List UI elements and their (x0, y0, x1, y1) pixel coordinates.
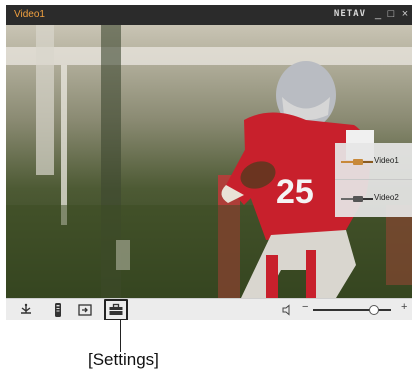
video-cable-icon (341, 159, 373, 165)
input-switch-icon[interactable] (77, 302, 93, 318)
volume-slider-thumb[interactable] (369, 305, 380, 315)
speaker-icon[interactable] (282, 304, 294, 316)
maximize-button[interactable]: □ (385, 7, 397, 21)
source-item-video2[interactable]: Video2 (335, 180, 412, 216)
video-cable-icon (341, 196, 373, 202)
window-title: Video1 (14, 9, 45, 20)
settings-toolbox-icon (109, 303, 123, 315)
minimize-button[interactable]: _ (372, 7, 384, 21)
source-label: Video1 (374, 156, 399, 165)
tv-app-window: Video1 NETAV _ □ × 25 Video1 Video2 − + (6, 5, 412, 320)
remote-control-icon[interactable] (50, 302, 66, 318)
brand-logo: NETAV (333, 9, 366, 19)
volume-slider[interactable] (313, 309, 391, 311)
video-display[interactable]: 25 Video1 Video2 (6, 25, 412, 298)
callout-line (120, 320, 121, 352)
title-bar: Video1 NETAV _ □ × (6, 5, 412, 25)
close-button[interactable]: × (399, 7, 411, 21)
volume-up-button[interactable]: + (401, 301, 407, 313)
tv-antenna-icon[interactable] (18, 302, 34, 318)
volume-down-button[interactable]: − (302, 301, 308, 313)
settings-button[interactable] (104, 299, 128, 320)
source-item-video1[interactable]: Video1 (335, 143, 412, 180)
svg-text:25: 25 (276, 173, 314, 211)
source-label: Video2 (374, 193, 399, 202)
settings-callout-label: [Settings] (88, 350, 159, 369)
input-source-menu: Video1 Video2 (335, 143, 412, 217)
bottom-toolbar: − + (6, 298, 412, 320)
